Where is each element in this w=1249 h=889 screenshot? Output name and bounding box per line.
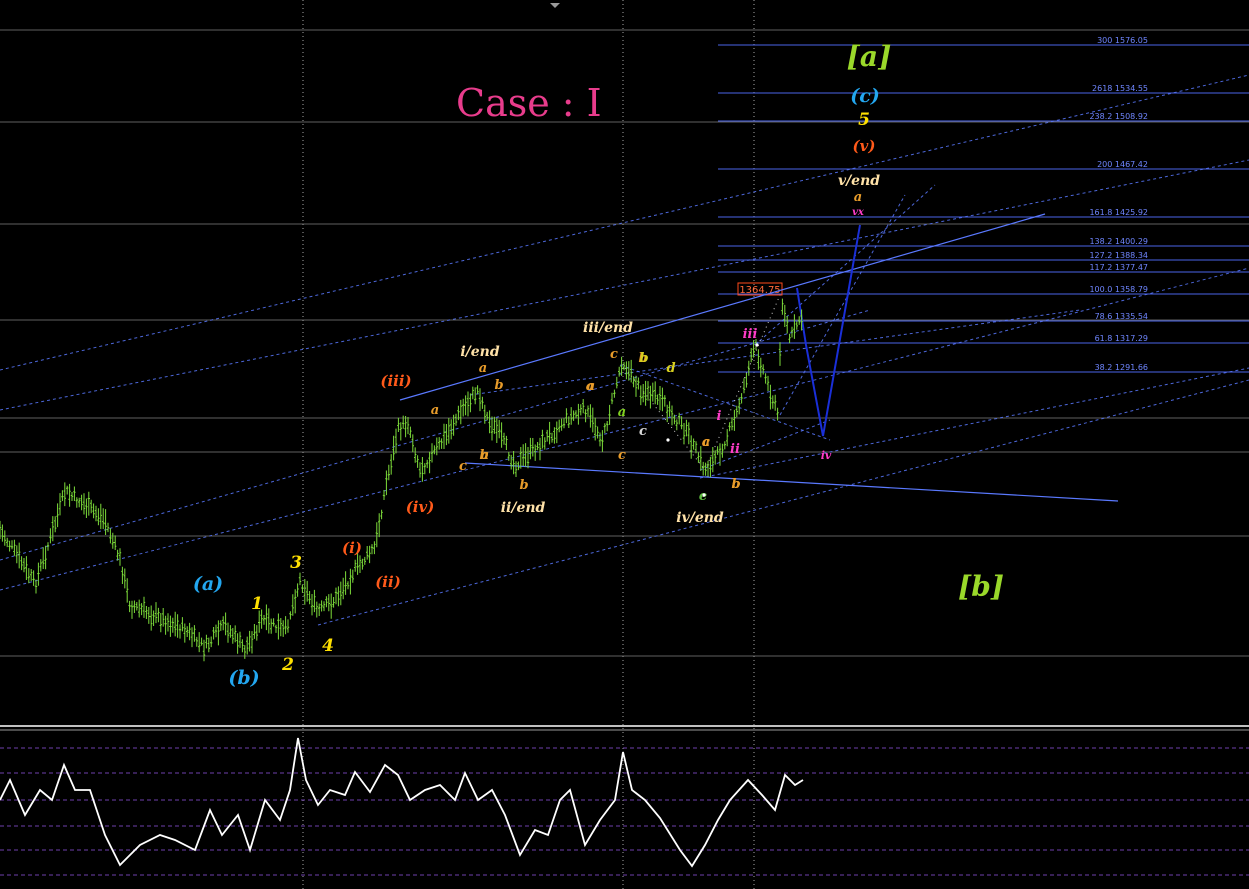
vertical-grid [302, 0, 755, 889]
price-bars [0, 298, 803, 662]
wave-label: a [481, 448, 489, 463]
fib-label: 127.2 1388.34 [1089, 251, 1148, 260]
wave-label: ii [730, 442, 740, 457]
wave-label: a [431, 403, 439, 418]
wave-dot [702, 493, 706, 497]
price-marker: 1364.75 [737, 282, 783, 296]
wave-label: 2 [281, 655, 294, 675]
wave-label: iii/end [583, 320, 633, 336]
channel-line-dashed [469, 309, 1081, 396]
wave-label: [a] [847, 40, 892, 73]
oscillator-line [0, 737, 804, 868]
wave-label: i [717, 409, 722, 424]
wave-label: d [666, 361, 675, 376]
price-marker-label: 1364.75 [739, 285, 780, 296]
wave-label: 1 [251, 594, 263, 614]
channel-line-dashed [317, 379, 1249, 626]
wave-label: c [610, 347, 618, 362]
wave-label: a [618, 405, 626, 420]
wave-label: iv [821, 449, 832, 462]
wave-dot [755, 343, 759, 347]
wave-label: c [618, 448, 626, 463]
fibonacci-levels: 300 1576.05 2618 1534.55 238.2 1508.92 200 … [718, 36, 1249, 373]
wave-label: (i) [342, 539, 362, 557]
channel-line-dashed [699, 367, 1249, 479]
wave-label: 3 [290, 553, 302, 573]
wave-label: 4 [322, 636, 334, 656]
channel-line-dashed [619, 364, 831, 441]
wave-label: a [479, 361, 487, 376]
wave-label: i/end [460, 344, 500, 360]
wave-label: [b] [958, 570, 1004, 603]
scroll-marker-icon [550, 3, 560, 8]
wave-label: iii [743, 327, 758, 342]
chart-title: Case : I [456, 81, 602, 125]
wave-label: b [494, 378, 503, 393]
wave-label: (iv) [406, 498, 435, 516]
wave-label: (b) [228, 667, 259, 689]
fib-label: 78.6 1335.54 [1095, 312, 1148, 321]
fib-label: 117.2 1377.47 [1089, 263, 1148, 272]
elliott-wave-chart: 300 1576.05 2618 1534.55 238.2 1508.92 200 … [0, 0, 1249, 889]
wave-label: b [731, 477, 740, 492]
wave-label: e [699, 489, 707, 504]
wave-label: b [639, 351, 648, 366]
oscillator-grid [0, 747, 1249, 876]
wave-label: c [639, 424, 647, 439]
channel-line-dashed [0, 309, 871, 561]
wave-label: iv/end [676, 510, 724, 526]
wave-label: a [702, 435, 710, 450]
wave-label: (v) [853, 137, 876, 155]
fib-label: 300 1576.05 [1097, 36, 1148, 45]
wave-label: 5 [858, 110, 870, 130]
channel-line-solid [464, 462, 1119, 502]
wave-label: (ii) [375, 573, 401, 591]
wave-label: vx [852, 207, 865, 218]
wave-label: (c) [850, 85, 880, 107]
wave-label: (iii) [380, 372, 411, 390]
fib-label: 161.8 1425.92 [1089, 208, 1148, 217]
wave-label: ii/end [501, 500, 546, 516]
fib-label: 238.2 1508.92 [1089, 112, 1148, 121]
wave-dot [666, 438, 670, 442]
price-series [0, 298, 803, 662]
wave-label: (a) [193, 573, 223, 595]
fib-label: 38.2 1291.66 [1095, 363, 1148, 372]
fib-label: 100.0 1358.79 [1089, 285, 1148, 294]
wave-label: v/end [838, 173, 880, 189]
wave-label: a [854, 190, 862, 205]
channel-lines [0, 74, 1249, 626]
fib-label: 138.2 1400.29 [1089, 237, 1148, 246]
fib-label: 61.8 1317.29 [1095, 334, 1148, 343]
wave-label: c [459, 459, 467, 474]
wave-label: b [519, 478, 528, 493]
fib-label: 2618 1534.55 [1092, 84, 1148, 93]
wave-label: a [587, 379, 595, 394]
fib-label: 200 1467.42 [1097, 160, 1148, 169]
